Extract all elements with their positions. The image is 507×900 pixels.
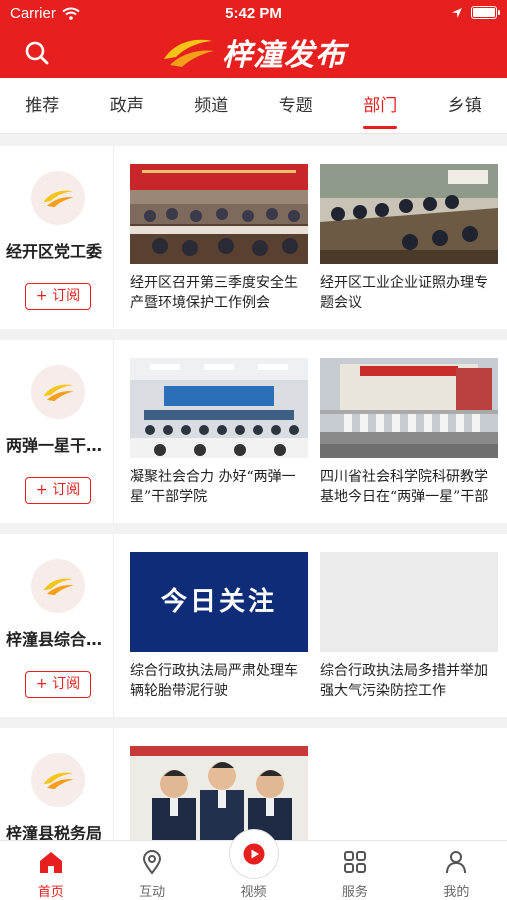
article-thumbnail[interactable] [320,164,498,264]
category-tabs: 推荐 政声 频道 专题 部门 乡镇 [0,78,507,134]
department-name[interactable]: 两弹一星干部学院 [6,432,110,456]
search-icon[interactable] [22,38,52,68]
article-thumbnail[interactable]: 今日关注 [130,552,308,652]
tab-towns[interactable]: 乡镇 [423,78,507,133]
subscribe-button[interactable]: + 订阅 [25,671,91,698]
nav-video[interactable]: 视频 [203,829,304,900]
article-title[interactable]: 综合行政执法局多措并举加强大气污染防控工作 [320,661,498,701]
grid-icon [343,851,366,873]
department-name[interactable]: 梓潼县税务局 [6,820,110,840]
nav-profile[interactable]: 我的 [406,841,507,900]
article-thumbnail[interactable] [130,746,308,840]
department-name[interactable]: 梓潼县综合行政执法局 [6,626,110,650]
department-feed[interactable]: 经开区党工委 + 订阅 经开区召开第三季度安全生产暨环境保护工作例会 经开区工业… [0,134,507,840]
article-thumbnail[interactable] [130,164,308,264]
article-thumbnail[interactable] [320,358,498,458]
nav-label: 服务 [341,885,368,900]
tab-recommend[interactable]: 推荐 [0,78,85,133]
status-bar: Carrier 5:42 PM [0,0,507,28]
nav-label: 互动 [139,885,166,900]
nav-home[interactable]: 首页 [0,841,101,900]
nav-label: 视频 [240,885,267,900]
tab-departments[interactable]: 部门 [338,78,423,133]
location-arrow-icon [452,7,462,18]
department-avatar[interactable] [31,365,85,419]
tab-politics[interactable]: 政声 [85,78,170,133]
app-logo: 梓潼发布 [160,30,346,74]
nav-label: 我的 [443,885,470,900]
user-icon [446,851,467,874]
department-card: 梓潼县税务局 [0,728,507,840]
department-avatar[interactable] [31,171,85,225]
article-title[interactable]: 经开区召开第三季度安全生产暨环境保护工作例会 [130,273,308,313]
article-title[interactable]: 综合行政执法局严肃处理车辆轮胎带泥行驶 [130,661,308,701]
logo-swoosh-icon [43,190,74,208]
tab-topics[interactable]: 专题 [254,78,339,133]
logo-swoosh-icon [43,772,74,790]
home-icon [39,852,62,873]
thumbnail-headline: 今日关注 [160,587,277,617]
article-thumbnail[interactable] [320,552,498,652]
department-avatar[interactable] [31,559,85,613]
location-pin-icon [143,850,162,875]
logo-swoosh-icon [43,578,74,596]
department-avatar[interactable] [31,753,85,807]
video-button[interactable] [228,829,279,879]
department-card: 两弹一星干部学院 + 订阅 凝聚社会合力 办好“两弹一星”干部学院 [0,340,507,523]
article-thumbnail[interactable] [130,358,308,458]
nav-label: 首页 [37,885,64,900]
subscribe-button[interactable]: + 订阅 [25,477,91,504]
article-title[interactable]: 经开区工业企业证照办理专题会议 [320,273,498,313]
play-icon [243,843,265,865]
department-card: 梓潼县综合行政执法局 + 订阅 今日关注 综合行政执法局严肃处理车辆轮胎带泥行驶… [0,534,507,717]
nav-interact[interactable]: 互动 [101,841,202,900]
logo-swoosh-icon [43,384,74,402]
clock: 5:42 PM [225,5,282,22]
app-header: Carrier 5:42 PM 梓潼发布 [0,0,507,78]
department-name[interactable]: 经开区党工委 [6,238,110,262]
department-card: 经开区党工委 + 订阅 经开区召开第三季度安全生产暨环境保护工作例会 经开区工业… [0,146,507,329]
app-title: 梓潼发布 [222,38,346,73]
logo-swoosh-icon [164,39,214,67]
article-title[interactable]: 凝聚社会合力 办好“两弹一星”干部学院 [130,467,308,507]
tab-channels[interactable]: 频道 [169,78,254,133]
nav-services[interactable]: 服务 [304,841,405,900]
subscribe-button[interactable]: + 订阅 [25,283,91,310]
bottom-tab-bar: 首页 互动 视频 服务 我的 [0,829,507,900]
article-title[interactable]: 四川省社会科学院科研教学基地今日在“两弹一星”干部学院揭牌 [320,467,498,507]
battery-icon [471,6,500,19]
